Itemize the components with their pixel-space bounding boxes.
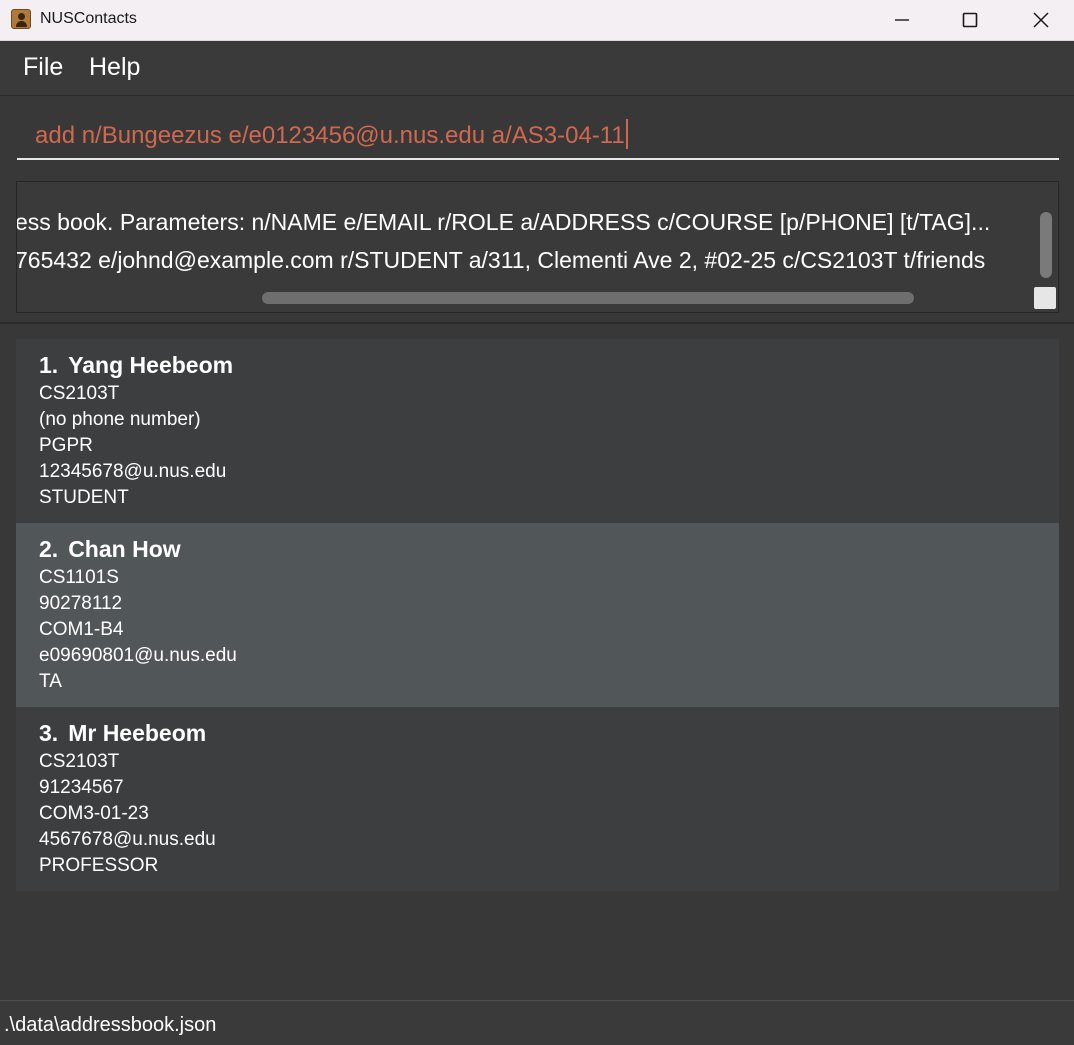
menu-bar: File Help	[0, 41, 1074, 96]
person-card[interactable]: 3. Mr Heebeom CS2103T 91234567 COM3-01-23…	[16, 707, 1059, 891]
close-icon	[1033, 12, 1049, 28]
person-role: STUDENT	[39, 487, 129, 508]
person-name: Yang Heebeom	[68, 352, 234, 378]
person-email: 4567678@u.nus.edu	[39, 829, 216, 850]
person-address: COM1-B4	[39, 619, 124, 640]
person-address: PGPR	[39, 435, 93, 456]
maximize-button[interactable]	[947, 0, 993, 40]
person-name-row: 2. Chan How	[39, 535, 1059, 565]
person-course: CS2103T	[39, 383, 120, 404]
person-phone: 91234567	[39, 777, 124, 798]
close-button[interactable]	[1018, 0, 1064, 40]
command-text: add n/Bungeezus e/e0123456@u.nus.edu a/A…	[35, 119, 628, 150]
person-index: 2.	[39, 536, 59, 562]
result-display[interactable]: ess book. Parameters: n/NAME e/EMAIL r/R…	[16, 181, 1059, 313]
command-input[interactable]: add n/Bungeezus e/e0123456@u.nus.edu a/A…	[17, 106, 1059, 160]
person-list[interactable]: 1. Yang Heebeom CS2103T (no phone number)…	[16, 339, 1059, 891]
person-name-row: 3. Mr Heebeom	[39, 719, 1059, 749]
scroll-corner	[1034, 287, 1056, 309]
minimize-button[interactable]	[879, 0, 925, 40]
person-email: 12345678@u.nus.edu	[39, 461, 227, 482]
person-phone: (no phone number)	[39, 409, 201, 430]
person-card[interactable]: 1. Yang Heebeom CS2103T (no phone number)…	[16, 339, 1059, 523]
maximize-icon	[962, 12, 978, 28]
person-name: Chan How	[68, 536, 181, 562]
status-bar: .\data\addressbook.json	[0, 1000, 1074, 1045]
person-role: PROFESSOR	[39, 855, 159, 876]
menu-help[interactable]: Help	[89, 53, 140, 82]
command-box-panel: add n/Bungeezus e/e0123456@u.nus.edu a/A…	[0, 96, 1074, 173]
minimize-icon	[895, 19, 909, 21]
address-book-icon	[11, 9, 31, 29]
save-location: .\data\addressbook.json	[4, 1014, 217, 1036]
person-role: TA	[39, 671, 62, 692]
person-index: 1.	[39, 352, 59, 378]
command-value: add n/Bungeezus e/e0123456@u.nus.edu a/A…	[35, 122, 625, 149]
window-title: NUSContacts	[40, 10, 137, 27]
person-index: 3.	[39, 720, 59, 746]
horizontal-scrollbar[interactable]	[262, 292, 914, 304]
menu-file[interactable]: File	[23, 53, 63, 82]
result-display-panel: ess book. Parameters: n/NAME e/EMAIL r/R…	[0, 172, 1074, 324]
person-name: Mr Heebeom	[68, 720, 207, 746]
vertical-scrollbar[interactable]	[1040, 212, 1052, 278]
person-email: e09690801@u.nus.edu	[39, 645, 237, 666]
person-name-row: 1. Yang Heebeom	[39, 351, 1059, 381]
person-address: COM3-01-23	[39, 803, 149, 824]
text-caret	[625, 119, 628, 149]
title-bar: NUSContacts	[0, 0, 1074, 41]
result-line-2: 765432 e/johnd@example.com r/STUDENT a/3…	[16, 247, 986, 273]
person-course: CS2103T	[39, 751, 120, 772]
person-phone: 90278112	[39, 593, 123, 614]
person-course: CS1101S	[39, 567, 119, 588]
person-card[interactable]: 2. Chan How CS1101S 90278112 COM1-B4 e096…	[16, 523, 1059, 707]
result-line-1: ess book. Parameters: n/NAME e/EMAIL r/R…	[16, 209, 991, 235]
